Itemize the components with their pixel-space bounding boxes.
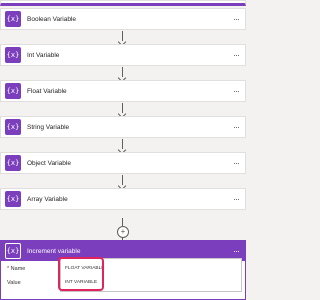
name-label: * Name: [7, 266, 25, 272]
step-previous[interactable]: [0, 0, 246, 6]
more-icon[interactable]: ···: [233, 194, 240, 204]
variable-icon: {x}: [5, 155, 21, 171]
value-label: Value: [7, 280, 21, 286]
more-icon[interactable]: ···: [233, 50, 240, 60]
more-icon[interactable]: ···: [233, 14, 240, 24]
variable-icon: {x}: [5, 119, 21, 135]
add-step-plus-icon[interactable]: +: [117, 226, 129, 238]
variable-icon: {x}: [5, 83, 21, 99]
step-float-variable[interactable]: {x} Float Variable ···: [0, 80, 246, 102]
step-title: Boolean Variable: [27, 15, 77, 23]
more-icon[interactable]: ···: [233, 86, 240, 96]
step-title: Float Variable: [27, 87, 67, 95]
step-array-variable[interactable]: {x} Array Variable ···: [0, 188, 246, 210]
step-title: Object Variable: [27, 159, 71, 167]
step-title: String Variable: [27, 123, 70, 131]
connector-line: [122, 218, 123, 226]
step-title: Int Variable: [27, 51, 60, 59]
variable-icon: {x}: [5, 191, 21, 207]
arrow-down-icon: [117, 103, 128, 119]
step-title: Array Variable: [27, 195, 68, 203]
variable-icon: {x}: [5, 11, 21, 27]
arrow-down-icon: [117, 175, 128, 191]
step-string-variable[interactable]: {x} String Variable ···: [0, 116, 246, 138]
arrow-down-icon: [117, 31, 128, 47]
variable-icon: {x}: [5, 47, 21, 63]
more-icon[interactable]: ···: [233, 158, 240, 168]
step-title: Increment variable: [27, 247, 81, 255]
arrow-down-icon: [117, 67, 128, 83]
step-int-variable[interactable]: {x} Int Variable ···: [0, 44, 246, 66]
more-icon[interactable]: ···: [233, 246, 240, 256]
step-boolean-variable[interactable]: {x} Boolean Variable ···: [0, 8, 246, 30]
name-label-text: Name: [10, 266, 26, 272]
highlight-box: [58, 257, 104, 291]
more-icon[interactable]: ···: [233, 122, 240, 132]
required-mark: *: [7, 266, 10, 272]
flow-canvas: {x} Boolean Variable ··· {x} Int Variabl…: [0, 0, 248, 300]
variable-icon: {x}: [5, 243, 21, 259]
step-object-variable[interactable]: {x} Object Variable ···: [0, 152, 246, 174]
arrow-down-icon: [117, 139, 128, 155]
